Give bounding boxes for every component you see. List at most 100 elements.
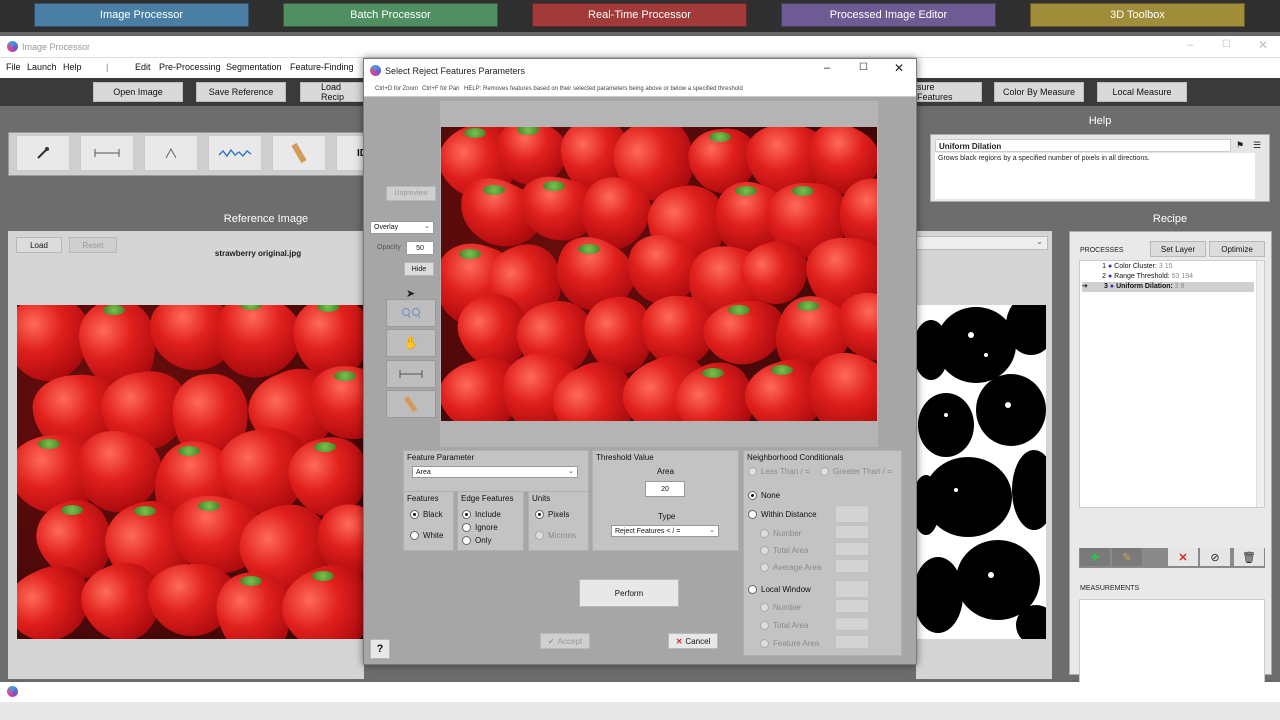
help-title: Help	[1088, 115, 1112, 127]
local-window-radio[interactable]: Local Window	[748, 585, 811, 595]
dialog-help-button[interactable]: ?	[370, 639, 390, 659]
edge-include-radio[interactable]: Include	[462, 510, 501, 520]
wd-average-area-radio[interactable]: Average Area	[760, 563, 821, 573]
menu-launch[interactable]: Launch	[27, 62, 57, 72]
id-tool-button[interactable]: ID	[336, 135, 367, 171]
less-than-radio[interactable]: Less Than / =	[748, 467, 810, 477]
disable-process-icon[interactable]: ⊘	[1200, 548, 1230, 566]
process-name: Uniform Dilation:	[1116, 283, 1173, 290]
maximize-icon[interactable]: ☐	[1222, 39, 1231, 50]
within-distance-radio[interactable]: Within Distance	[748, 510, 817, 520]
features-box: Features Black White	[403, 491, 454, 551]
neighborhood-none-radio[interactable]: None	[748, 491, 780, 501]
save-reference-button[interactable]: Save Reference	[196, 82, 286, 102]
processed-layer-select[interactable]: ⌄	[916, 236, 1048, 250]
preview-image[interactable]	[441, 127, 877, 421]
dialog-maximize-icon[interactable]: ☐	[859, 62, 868, 73]
load-reference-button[interactable]: Load	[16, 237, 62, 253]
ruler-icon[interactable]	[272, 135, 326, 171]
set-layer-button[interactable]: Set Layer	[1150, 241, 1206, 257]
unpreview-button[interactable]: Unpreview	[386, 186, 436, 201]
launch-processed-image-editor-button[interactable]: Processed Image Editor	[781, 3, 996, 27]
delete-process-icon[interactable]: ✕	[1168, 548, 1198, 566]
threshold-type-select[interactable]: Reject Features < / = ⌄	[611, 525, 719, 537]
ruler-icon[interactable]	[386, 390, 436, 418]
menu-file[interactable]: File	[6, 62, 21, 72]
zoom-tool-icon[interactable]	[386, 299, 436, 327]
menu-help[interactable]: Help	[63, 62, 82, 72]
process-list-scrollbar[interactable]	[1256, 261, 1264, 507]
threshold-area-input[interactable]: 20	[645, 481, 685, 497]
reset-reference-button[interactable]: Reset	[69, 237, 117, 253]
edit-process-icon[interactable]: ✎	[1112, 548, 1142, 566]
process-item-1[interactable]: 1 ● Color Cluster: 3 15	[1082, 262, 1254, 272]
features-black-radio[interactable]: Black	[410, 510, 443, 520]
process-num: 3	[1104, 283, 1108, 290]
dialog-close-icon[interactable]: ✕	[894, 61, 904, 75]
threshold-type-label: Type	[658, 512, 676, 521]
color-by-measure-button[interactable]: Color By Measure	[994, 82, 1084, 102]
add-process-icon[interactable]: ✚	[1080, 548, 1110, 566]
feature-parameter-select[interactable]: Area ⌄	[412, 466, 578, 478]
wd-number-radio[interactable]: Number	[760, 529, 801, 539]
notes-icon[interactable]: ☰	[1253, 140, 1261, 151]
opacity-input[interactable]: 50	[406, 241, 434, 255]
recipe-title: Recipe	[1152, 213, 1188, 225]
lw-number-input[interactable]	[835, 599, 869, 613]
lw-feature-area-input[interactable]	[835, 635, 869, 649]
cancel-button[interactable]: ✕ Cancel	[668, 633, 718, 649]
edge-only-radio[interactable]: Only	[462, 536, 491, 546]
edge-ignore-radio[interactable]: Ignore	[462, 523, 498, 533]
wd-total-area-radio[interactable]: Total Area	[760, 546, 809, 556]
accept-button[interactable]: ✔ Accept	[540, 633, 590, 649]
launch-3d-toolbox-button[interactable]: 3D Toolbox	[1030, 3, 1245, 27]
overlay-select[interactable]: Overlay ⌄	[370, 221, 434, 234]
optimize-button[interactable]: Optimize	[1209, 241, 1265, 257]
minimize-icon[interactable]: –	[1187, 39, 1193, 51]
features-label: Features	[407, 494, 439, 503]
local-measure-button[interactable]: Local Measure	[1097, 82, 1187, 102]
lw-total-area-radio[interactable]: Total Area	[760, 621, 809, 631]
greater-than-radio[interactable]: Greater Than / =	[820, 467, 892, 477]
launch-image-processor-button[interactable]: Image Processor	[34, 3, 249, 27]
menu-segmentation[interactable]: Segmentation	[226, 62, 282, 72]
wd-average-area-input[interactable]	[835, 559, 869, 573]
measure-line-icon[interactable]	[386, 360, 436, 388]
launch-realtime-processor-button[interactable]: Real-Time Processor	[532, 3, 747, 27]
process-list: 1 ● Color Cluster: 3 15 2 ● Range Thresh…	[1079, 260, 1265, 508]
wd-number-input[interactable]	[835, 525, 869, 539]
features-white-radio[interactable]: White	[410, 531, 443, 541]
dialog-hints: Ctrl+D for Zoom Ctrl+F for Pan HELP: Rem…	[364, 83, 916, 97]
trash-icon[interactable]: 🗑	[1234, 548, 1264, 566]
within-distance-input[interactable]	[835, 505, 869, 523]
close-icon[interactable]: ✕	[1258, 38, 1268, 52]
neighborhood-box: Neighborhood Conditionals Less Than / = …	[743, 450, 902, 656]
lw-number-radio[interactable]: Number	[760, 603, 801, 613]
units-pixels-radio[interactable]: Pixels	[535, 510, 569, 520]
perform-button[interactable]: Perform	[579, 579, 679, 607]
measure-features-button[interactable]: sure Features	[916, 82, 982, 102]
eyedropper-icon[interactable]	[16, 135, 70, 171]
open-image-button[interactable]: Open Image	[93, 82, 183, 102]
measure-line-icon[interactable]	[80, 135, 134, 171]
wd-total-area-input[interactable]	[835, 542, 869, 556]
launch-batch-processor-button[interactable]: Batch Processor	[283, 3, 498, 27]
chevron-down-icon: ⌄	[568, 468, 574, 475]
menu-edit[interactable]: Edit	[135, 62, 151, 72]
flag-icon[interactable]: ⚑	[1236, 140, 1244, 151]
lw-feature-area-radio[interactable]: Feature Area	[760, 639, 819, 649]
profile-line-icon[interactable]	[208, 135, 262, 171]
units-microns-radio[interactable]: Microns	[535, 531, 576, 541]
process-item-3-selected[interactable]: ➔ 3 ● Uniform Dilation: 2 8	[1082, 282, 1254, 292]
menu-feature-finding[interactable]: Feature-Finding	[290, 62, 354, 72]
menu-pre-processing[interactable]: Pre-Processing	[159, 62, 221, 72]
pan-hand-icon[interactable]: ✋	[386, 329, 436, 357]
dialog-minimize-icon[interactable]: –	[824, 62, 830, 74]
strawberry-leaf	[334, 370, 357, 381]
hide-button[interactable]: Hide	[404, 262, 434, 276]
process-item-2[interactable]: 2 ● Range Threshold: 53 194	[1082, 272, 1254, 282]
lw-total-area-input[interactable]	[835, 617, 869, 631]
angle-tool-icon[interactable]	[144, 135, 198, 171]
local-window-input[interactable]	[835, 580, 869, 598]
load-recipe-button[interactable]: Load Recip	[300, 82, 364, 102]
